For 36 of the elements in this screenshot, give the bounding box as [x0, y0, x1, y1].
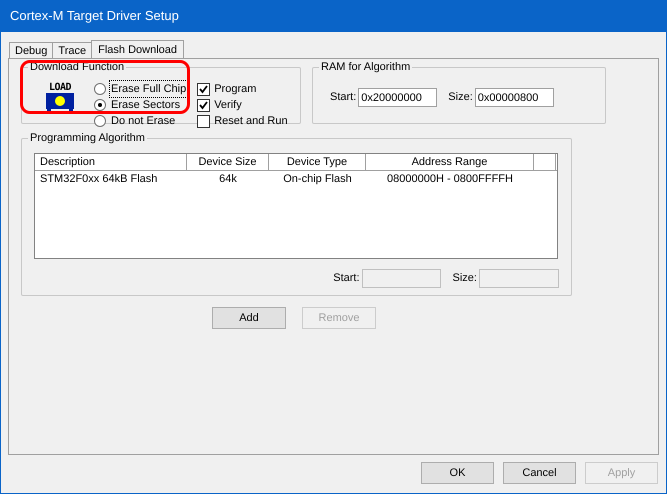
column-header[interactable]: Address Range	[366, 154, 534, 170]
cancel-button[interactable]: Cancel	[503, 462, 576, 484]
column-header[interactable]: Description	[35, 154, 187, 170]
checkbox-label: Reset and Run	[214, 114, 288, 129]
group-title: RAM for Algorithm	[319, 60, 412, 74]
table-cell-text: On-chip Flash	[282, 172, 353, 187]
size-label: Size:	[452, 271, 477, 286]
radio-label: Do not Erase	[110, 114, 176, 129]
start-label: Start:	[330, 90, 356, 106]
tab[interactable]: Debug	[9, 42, 54, 58]
table-cell-text: 08000000H - 0800FFFFH	[386, 172, 514, 187]
window-title: Cortex-M Target Driver Setup	[10, 7, 179, 26]
add-button[interactable]: Add	[212, 307, 286, 329]
checkbox[interactable]	[197, 114, 210, 128]
radio-button[interactable]	[94, 83, 106, 95]
radio-button[interactable]	[94, 99, 106, 111]
column-header[interactable]: Device Size	[187, 154, 269, 170]
table-cell-text: STM32F0xx 64kB Flash	[39, 172, 158, 187]
size-field[interactable]: 0x00000800	[474, 88, 554, 107]
checkbox[interactable]	[197, 82, 210, 96]
radio-label: Erase Full Chip	[110, 80, 188, 98]
radio-label: Erase Sectors	[110, 98, 182, 113]
checkbox[interactable]	[197, 98, 210, 112]
start-field[interactable]	[362, 269, 441, 288]
start-label: Start:	[333, 271, 360, 286]
start-field[interactable]: 0x20000000	[358, 88, 438, 107]
ok-button[interactable]: OK	[421, 462, 494, 484]
column-header[interactable]: Device Type	[269, 154, 366, 170]
checkbox-label: Program	[214, 82, 256, 97]
table-cell-text: 64k	[218, 172, 238, 187]
checkbox-label: Verify	[214, 98, 242, 113]
size-field[interactable]	[479, 269, 559, 288]
radio-button[interactable]	[94, 115, 106, 127]
tab[interactable]: Flash Download	[91, 40, 184, 59]
size-label: Size:	[448, 90, 473, 106]
group-title: Programming Algorithm	[28, 131, 147, 145]
